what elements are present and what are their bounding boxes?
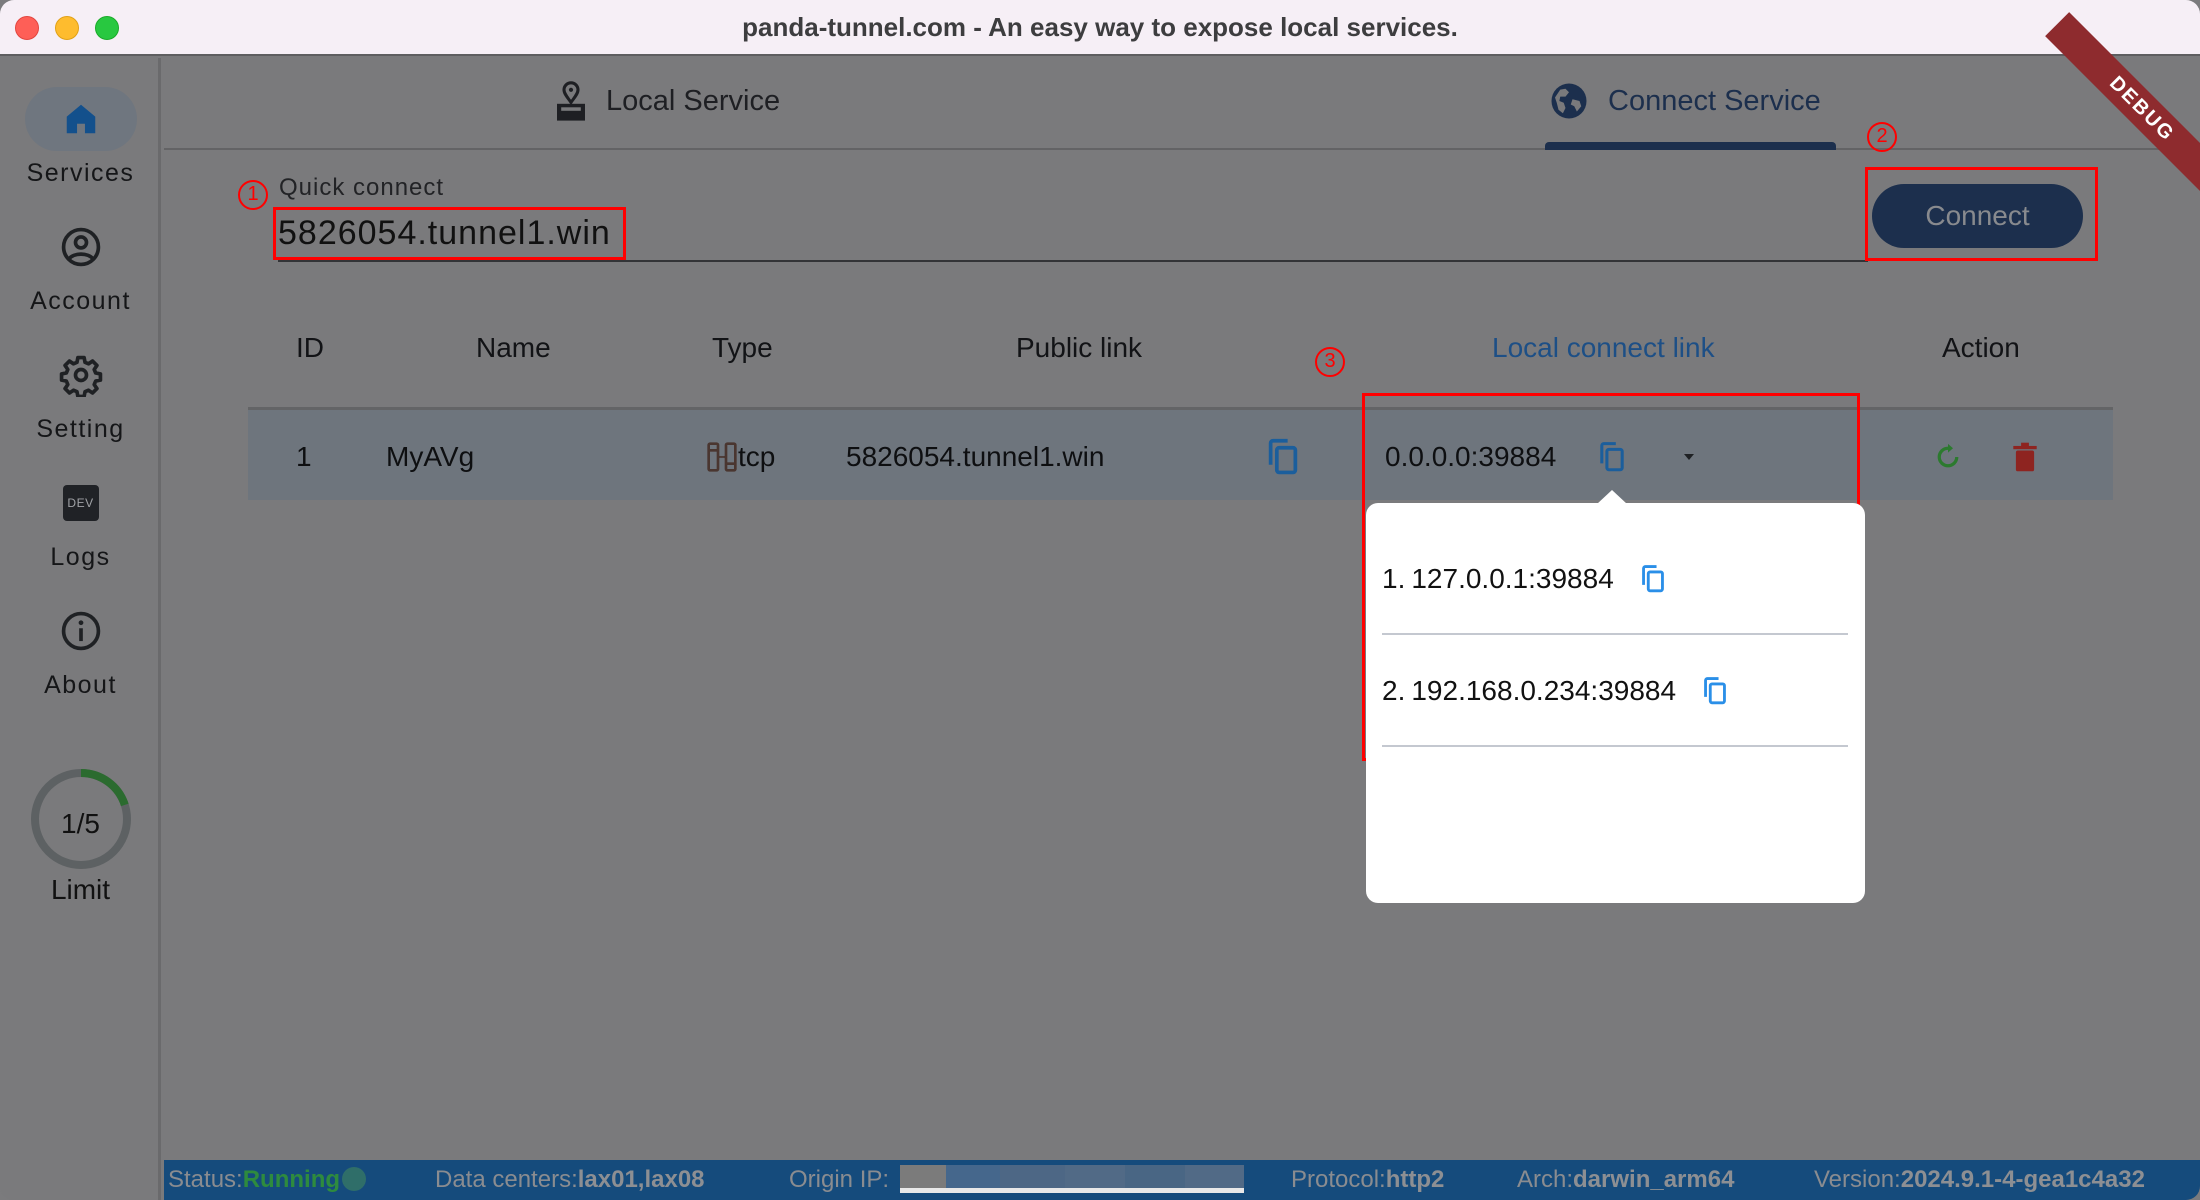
local-link-item[interactable]: 1. 127.0.0.1:39884 — [1382, 525, 1848, 635]
sidebar-item-logs[interactable]: DEV Logs — [0, 471, 161, 572]
status-segment: Status:Running — [168, 1166, 367, 1194]
local-links-dropdown-button[interactable] — [1682, 410, 1696, 503]
version-value: 2024.9.1-4-gea1c4a32 — [1900, 1166, 2145, 1193]
stamp-pin-icon — [557, 81, 585, 121]
dev-badge-icon: DEV — [62, 485, 99, 521]
copy-icon — [1704, 677, 1726, 705]
status-value: Running — [242, 1166, 341, 1193]
popup-arrow — [1597, 490, 1627, 504]
connect-button[interactable]: Connect — [1872, 184, 2083, 248]
copy-public-link-button[interactable] — [1266, 410, 1300, 503]
column-header-type: Type — [712, 332, 773, 363]
datacenters-segment: Data centers:lax01,lax08 — [435, 1166, 705, 1194]
globe-icon — [1551, 83, 1587, 119]
copy-icon — [1268, 438, 1298, 474]
active-tab-indicator — [1545, 142, 1836, 150]
sidebar-item-account[interactable]: Account — [0, 215, 161, 316]
sidebar-item-services[interactable]: Services — [0, 87, 161, 188]
tab-label: Local Service — [606, 84, 781, 117]
sidebar-item-setting[interactable]: Setting — [0, 343, 161, 444]
protocol-value: http2 — [1385, 1166, 1445, 1193]
limit-gauge: 1/5 Limit — [0, 766, 161, 906]
status-label: Status: — [168, 1166, 243, 1193]
trash-icon — [2013, 442, 2037, 471]
services-icon-pill — [24, 87, 137, 151]
sidebar-item-label: About — [44, 671, 117, 699]
quick-connect-input[interactable] — [278, 208, 1868, 258]
tcp-connection-icon — [707, 441, 737, 472]
app-window: panda-tunnel.com - An easy way to expose… — [0, 0, 2200, 1200]
quick-connect-field[interactable] — [278, 208, 1868, 262]
copy-icon — [1641, 565, 1664, 593]
local-links-popup: 1. 127.0.0.1:39884 2. 192.168.0.234:3988… — [1366, 503, 1865, 903]
home-icon — [66, 104, 95, 134]
cell-type: tcp — [706, 410, 775, 503]
origin-ip-redacted — [900, 1165, 1244, 1193]
refresh-icon — [1937, 443, 1959, 467]
column-header-name: Name — [476, 332, 551, 363]
limit-label: Limit — [50, 874, 111, 905]
sidebar: Services Account Setting DEV Logs About — [0, 58, 161, 1200]
copy-icon — [1600, 441, 1624, 471]
column-header-local-connect-link[interactable]: Local connect link — [1492, 332, 1715, 364]
account-circle-icon — [61, 227, 100, 267]
local-link-number: 2. — [1382, 675, 1406, 706]
annotation-number-1: 1 — [238, 180, 268, 210]
sidebar-item-label: Services — [26, 159, 135, 187]
datacenters-label: Data centers: — [435, 1166, 578, 1193]
tab-local-service[interactable]: Local Service — [554, 76, 780, 126]
arch-segment: Arch:darwin_arm64 — [1517, 1166, 1734, 1194]
column-header-action: Action — [1942, 332, 2020, 363]
column-header-id: ID — [296, 332, 324, 363]
local-link-item[interactable]: 2. 192.168.0.234:39884 — [1382, 637, 1848, 747]
version-label: Version: — [1814, 1166, 1901, 1193]
tab-connect-service[interactable]: Connect Service — [1548, 76, 1821, 126]
origin-ip-label: Origin IP: — [789, 1166, 890, 1193]
limit-value: 1/5 — [61, 808, 100, 839]
arch-label: Arch: — [1517, 1166, 1574, 1193]
annotation-number-2: 2 — [1867, 122, 1897, 152]
tab-label: Connect Service — [1608, 84, 1821, 117]
local-link-address: 127.0.0.1:39884 — [1411, 563, 1614, 594]
window-title: panda-tunnel.com - An easy way to expose… — [742, 12, 1458, 42]
datacenters-value: lax01,lax08 — [577, 1166, 705, 1193]
sidebar-item-label: Setting — [36, 415, 125, 443]
sidebar-item-about[interactable]: About — [0, 599, 161, 700]
delete-button[interactable] — [2012, 410, 2038, 503]
sidebar-item-label: Account — [30, 287, 131, 315]
sidebar-item-label: Logs — [50, 543, 111, 571]
quick-connect-label: Quick connect — [279, 174, 445, 201]
title-bar: panda-tunnel.com - An easy way to expose… — [0, 0, 2200, 56]
cell-local-link: 0.0.0.0:39884 — [1385, 440, 1557, 472]
info-icon — [61, 611, 100, 651]
copy-local-link-item-button[interactable] — [1640, 564, 1666, 594]
restart-button[interactable] — [1933, 410, 1963, 503]
copy-local-link-item-button[interactable] — [1702, 676, 1728, 706]
local-link-number: 1. — [1382, 563, 1406, 594]
column-header-public-link: Public link — [1016, 332, 1143, 363]
origin-ip-segment: Origin IP: — [789, 1166, 889, 1194]
local-link-address: 192.168.0.234:39884 — [1411, 675, 1677, 706]
gear-icon — [59, 355, 102, 397]
cell-type-label: tcp — [738, 440, 776, 472]
protocol-segment: Protocol:http2 — [1291, 1166, 1444, 1194]
version-segment: Version:2024.9.1-4-gea1c4a32 — [1814, 1166, 2145, 1194]
protocol-label: Protocol: — [1291, 1166, 1386, 1193]
arch-value: darwin_arm64 — [1573, 1166, 1735, 1193]
cell-id: 1 — [296, 440, 312, 472]
annotation-number-3: 3 — [1315, 347, 1345, 377]
cell-name: MyAVg — [386, 440, 475, 472]
status-indicator-dot — [342, 1167, 367, 1191]
table-row: 1 MyAVg tcp 5826054.tunnel1.win 0.0.0.0:… — [248, 407, 2113, 500]
caret-down-icon — [1684, 453, 1694, 460]
cell-public-link: 5826054.tunnel1.win — [846, 440, 1105, 472]
